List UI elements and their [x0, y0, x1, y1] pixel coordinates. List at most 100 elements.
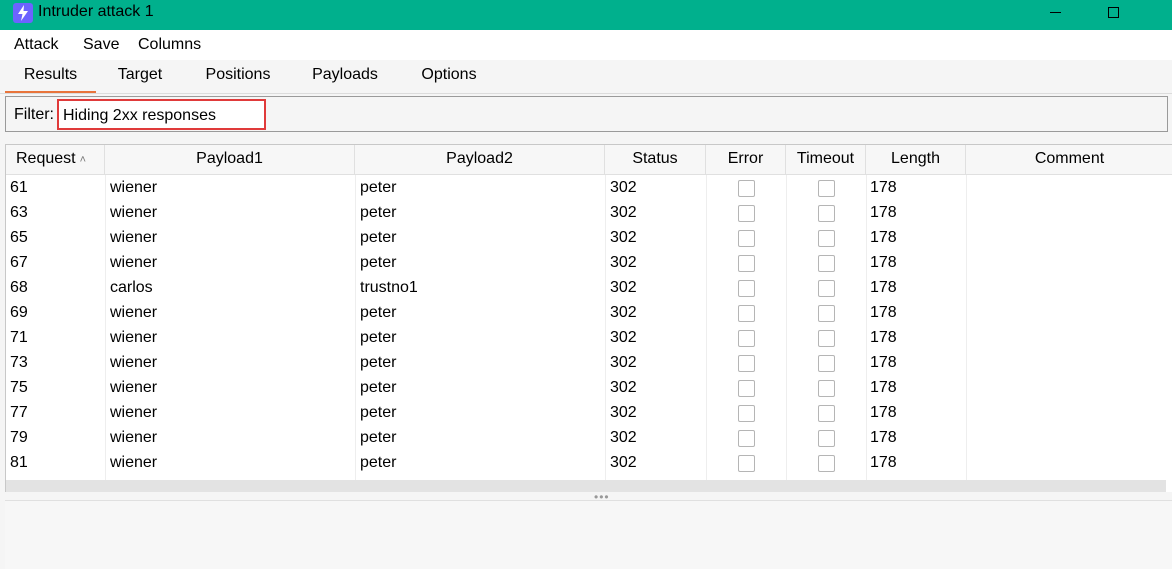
- table-row[interactable]: 63 wiener peter 302 178: [6, 200, 1172, 225]
- cell-timeout-checkbox[interactable]: [818, 330, 835, 347]
- column-header-comment[interactable]: Comment: [966, 145, 1172, 175]
- cell-error-checkbox[interactable]: [738, 380, 755, 397]
- table-row[interactable]: 75 wiener peter 302 178: [6, 375, 1172, 400]
- cell-payload1: wiener: [110, 179, 158, 196]
- cell-request: 65: [10, 229, 28, 246]
- table-row[interactable]: 68 carlos trustno1 302 178: [6, 275, 1172, 300]
- cell-timeout-checkbox[interactable]: [818, 430, 835, 447]
- filter-label: Filter:: [14, 106, 54, 123]
- cell-error-checkbox[interactable]: [738, 255, 755, 272]
- cell-status: 302: [610, 304, 637, 321]
- filter-bar[interactable]: Filter: Hiding 2xx responses: [5, 96, 1168, 132]
- tab-target[interactable]: Target: [104, 64, 176, 93]
- cell-error-checkbox[interactable]: [738, 230, 755, 247]
- cell-payload1: wiener: [110, 229, 158, 246]
- cell-timeout-checkbox[interactable]: [818, 255, 835, 272]
- cell-payload2: peter: [360, 204, 397, 221]
- cell-length: 178: [870, 279, 897, 296]
- cell-payload2: peter: [360, 354, 397, 371]
- cell-payload1: carlos: [110, 279, 153, 296]
- column-header-error[interactable]: Error: [706, 145, 786, 175]
- cell-error-checkbox[interactable]: [738, 330, 755, 347]
- cell-payload1: wiener: [110, 204, 158, 221]
- menu-save[interactable]: Save: [83, 35, 119, 55]
- cell-status: 302: [610, 454, 637, 471]
- cell-payload1: wiener: [110, 254, 158, 271]
- column-header-payload2[interactable]: Payload2: [355, 145, 605, 175]
- cell-payload2: peter: [360, 304, 397, 321]
- cell-length: 178: [870, 379, 897, 396]
- column-header-payload1[interactable]: Payload1: [105, 145, 355, 175]
- table-row[interactable]: 79 wiener peter 302 178: [6, 425, 1172, 450]
- cell-payload2: peter: [360, 179, 397, 196]
- tab-bar: Results Target Positions Payloads Option…: [0, 60, 1172, 94]
- cell-length: 178: [870, 454, 897, 471]
- menu-bar: Attack Save Columns: [0, 30, 1172, 60]
- menu-attack[interactable]: Attack: [14, 35, 58, 55]
- cell-timeout-checkbox[interactable]: [818, 455, 835, 472]
- column-header-length[interactable]: Length: [866, 145, 966, 175]
- tab-positions[interactable]: Positions: [196, 64, 280, 93]
- cell-request: 75: [10, 379, 28, 396]
- menu-columns[interactable]: Columns: [138, 35, 201, 55]
- tab-options[interactable]: Options: [410, 64, 488, 93]
- horizontal-scrollbar[interactable]: [6, 480, 1166, 492]
- cell-length: 178: [870, 329, 897, 346]
- cell-payload1: wiener: [110, 304, 158, 321]
- tab-payloads[interactable]: Payloads: [303, 64, 387, 93]
- cell-request: 61: [10, 179, 28, 196]
- cell-timeout-checkbox[interactable]: [818, 405, 835, 422]
- cell-error-checkbox[interactable]: [738, 305, 755, 322]
- sort-ascending-icon: ˄: [79, 154, 87, 166]
- cell-timeout-checkbox[interactable]: [818, 180, 835, 197]
- cell-payload2: peter: [360, 454, 397, 471]
- cell-request: 81: [10, 454, 28, 471]
- cell-timeout-checkbox[interactable]: [818, 380, 835, 397]
- cell-request: 68: [10, 279, 28, 296]
- cell-error-checkbox[interactable]: [738, 180, 755, 197]
- table-row[interactable]: 81 wiener peter 302 178: [6, 450, 1172, 475]
- table-row[interactable]: 61 wiener peter 302 178: [6, 175, 1172, 200]
- column-header-request[interactable]: Request ˄: [6, 145, 105, 175]
- table-row[interactable]: 69 wiener peter 302 178: [6, 300, 1172, 325]
- cell-timeout-checkbox[interactable]: [818, 355, 835, 372]
- cell-error-checkbox[interactable]: [738, 405, 755, 422]
- cell-request: 71: [10, 329, 28, 346]
- table-row[interactable]: 65 wiener peter 302 178: [6, 225, 1172, 250]
- cell-request: 63: [10, 204, 28, 221]
- cell-error-checkbox[interactable]: [738, 280, 755, 297]
- tab-results[interactable]: Results: [5, 64, 96, 93]
- cell-timeout-checkbox[interactable]: [818, 230, 835, 247]
- column-header-status[interactable]: Status: [605, 145, 706, 175]
- cell-timeout-checkbox[interactable]: [818, 305, 835, 322]
- cell-error-checkbox[interactable]: [738, 455, 755, 472]
- cell-payload1: wiener: [110, 404, 158, 421]
- maximize-icon[interactable]: [1090, 0, 1136, 24]
- cell-payload2: peter: [360, 254, 397, 271]
- minimize-icon[interactable]: [1032, 0, 1078, 24]
- cell-status: 302: [610, 179, 637, 196]
- cell-payload2: peter: [360, 429, 397, 446]
- table-row[interactable]: 73 wiener peter 302 178: [6, 350, 1172, 375]
- cell-length: 178: [870, 304, 897, 321]
- cell-timeout-checkbox[interactable]: [818, 280, 835, 297]
- table-row[interactable]: 67 wiener peter 302 178: [6, 250, 1172, 275]
- cell-length: 178: [870, 404, 897, 421]
- cell-length: 178: [870, 429, 897, 446]
- cell-status: 302: [610, 329, 637, 346]
- cell-error-checkbox[interactable]: [738, 430, 755, 447]
- window-title: Intruder attack 1: [38, 3, 154, 20]
- cell-error-checkbox[interactable]: [738, 355, 755, 372]
- cell-length: 178: [870, 229, 897, 246]
- cell-status: 302: [610, 404, 637, 421]
- cell-error-checkbox[interactable]: [738, 205, 755, 222]
- cell-timeout-checkbox[interactable]: [818, 205, 835, 222]
- cell-status: 302: [610, 429, 637, 446]
- column-header-timeout[interactable]: Timeout: [786, 145, 866, 175]
- cell-payload2: peter: [360, 404, 397, 421]
- table-header: Request ˄ Payload1 Payload2 Status Error …: [6, 145, 1172, 175]
- cell-request: 69: [10, 304, 28, 321]
- table-row[interactable]: 71 wiener peter 302 178: [6, 325, 1172, 350]
- table-row[interactable]: 77 wiener peter 302 178: [6, 400, 1172, 425]
- filter-value-box[interactable]: Hiding 2xx responses: [57, 99, 266, 130]
